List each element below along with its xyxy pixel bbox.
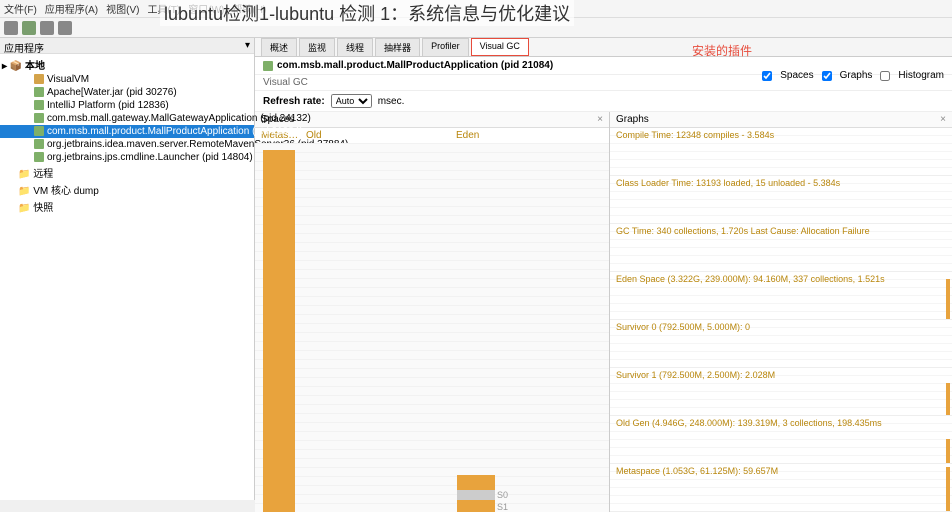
plugin-annotation: 安装的插件 xyxy=(692,42,752,59)
sidebar-collapse-icon[interactable]: ▾ xyxy=(245,40,250,51)
tab-bar: 概述 监视 线程 抽样器 Profiler Visual GC 安装的插件 xyxy=(255,38,952,57)
tab-sampler[interactable]: 抽样器 xyxy=(375,38,420,56)
app-icon xyxy=(263,61,273,71)
tab-threads[interactable]: 线程 xyxy=(337,38,373,56)
tree-item-jps[interactable]: org.jetbrains.jps.cmdline.Launcher (pid … xyxy=(0,151,254,164)
graph-metaspace: Metaspace (1.053G, 61.125M): 59.657M xyxy=(610,464,952,512)
graph-old-bar xyxy=(946,439,950,463)
survivor-bar-s0-empty xyxy=(457,490,495,500)
label-s1: S1 xyxy=(497,502,508,512)
graphs-body: Compile Time: 12348 compiles - 3.584s Cl… xyxy=(610,128,952,512)
graph-meta-bar xyxy=(946,467,950,511)
survivor-bar-eden xyxy=(457,478,495,488)
tree-root-local[interactable]: ▸ 📦 本地 xyxy=(0,56,254,73)
label-s0: S0 xyxy=(497,490,508,500)
breadcrumb-text: com.msb.mall.product.MallProductApplicat… xyxy=(277,60,553,71)
menu-app[interactable]: 应用程序(A) xyxy=(45,1,98,16)
refresh-select[interactable]: Auto xyxy=(331,94,372,108)
spaces-close-icon[interactable]: × xyxy=(597,114,603,125)
tree-snapshot[interactable]: 📁 快照 xyxy=(0,198,254,215)
tool-settings-icon[interactable] xyxy=(58,21,72,35)
refresh-row: Refresh rate: Auto msec. xyxy=(255,91,952,112)
tree-remote[interactable]: 📁 远程 xyxy=(0,164,254,181)
tree-vmdump[interactable]: 📁 VM 核心 dump xyxy=(0,181,254,198)
tree-item-maven[interactable]: org.jetbrains.idea.maven.server.RemoteMa… xyxy=(0,138,254,151)
graph-eden: Eden Space (3.322G, 239.000M): 94.160M, … xyxy=(610,272,952,320)
graph-oldgen: Old Gen (4.946G, 248.000M): 139.319M, 3 … xyxy=(610,416,952,464)
graphs-close-icon[interactable]: × xyxy=(940,114,946,125)
sidebar-header: 应用程序 ▾ xyxy=(0,38,254,54)
space-bar-meta xyxy=(263,150,295,512)
sidebar: 应用程序 ▾ ▸ 📦 本地 VisualVM Apache[Water.jar … xyxy=(0,38,255,500)
graph-compile-time: Compile Time: 12348 compiles - 3.584s xyxy=(610,128,952,176)
legend: Spaces Graphs Histogram xyxy=(762,70,944,81)
sidebar-header-label: 应用程序 xyxy=(4,40,44,51)
graph-gc-time: GC Time: 340 collections, 1.720s Last Ca… xyxy=(610,224,952,272)
tab-visualgc[interactable]: Visual GC xyxy=(471,38,529,56)
process-tree: ▸ 📦 本地 VisualVM Apache[Water.jar (pid 30… xyxy=(0,54,254,217)
tree-item-product-selected[interactable]: com.msb.mall.product.MallProductApplicat… xyxy=(0,125,254,138)
menu-file[interactable]: 文件(F) xyxy=(4,1,37,16)
legend-graphs-check[interactable] xyxy=(822,71,832,81)
tree-item-apache[interactable]: Apache[Water.jar (pid 30276) xyxy=(0,86,254,99)
split-panes: Spaces× Metas… Old Eden S0 S1 xyxy=(255,112,952,512)
tab-profiler[interactable]: Profiler xyxy=(422,38,469,56)
graphs-pane: Graphs× Compile Time: 12348 compiles - 3… xyxy=(610,112,952,512)
refresh-unit: msec. xyxy=(378,96,405,107)
refresh-label: Refresh rate: xyxy=(263,96,325,107)
tree-item-gateway[interactable]: com.msb.mall.gateway.MallGatewayApplicat… xyxy=(0,112,254,125)
graph-eden-bar xyxy=(946,279,950,319)
legend-histogram-label: Histogram xyxy=(898,70,944,81)
spaces-pane: Spaces× Metas… Old Eden S0 S1 xyxy=(255,112,610,512)
tree-item-visualvm[interactable]: VisualVM xyxy=(0,73,254,86)
survivor-bar-s1 xyxy=(457,502,495,512)
tab-overview[interactable]: 概述 xyxy=(261,38,297,56)
spaces-chart: S0 S1 xyxy=(255,143,609,512)
tree-item-intellij[interactable]: IntelliJ Platform (pid 12836) xyxy=(0,99,254,112)
tool-open-icon[interactable] xyxy=(4,21,18,35)
content-area: 概述 监视 线程 抽样器 Profiler Visual GC 安装的插件 co… xyxy=(255,38,952,500)
space-survivor-rows: S0 S1 xyxy=(457,478,508,512)
legend-spaces-check[interactable] xyxy=(762,71,772,81)
label-eden: Eden xyxy=(456,130,501,141)
tab-monitor[interactable]: 监视 xyxy=(299,38,335,56)
legend-graphs-label: Graphs xyxy=(840,70,873,81)
graph-s1-bar xyxy=(946,383,950,415)
graphs-header: Graphs× xyxy=(610,112,952,128)
legend-histogram-check[interactable] xyxy=(880,71,890,81)
legend-spaces-label: Spaces xyxy=(780,70,813,81)
main-area: 应用程序 ▾ ▸ 📦 本地 VisualVM Apache[Water.jar … xyxy=(0,38,952,500)
menu-view[interactable]: 视图(V) xyxy=(106,1,139,16)
graph-survivor1: Survivor 1 (792.500M, 2.500M): 2.028M xyxy=(610,368,952,416)
graph-classloader: Class Loader Time: 13193 loaded, 15 unlo… xyxy=(610,176,952,224)
page-overlay-title: lubuntu检测1-lubuntu 检测 1：系统信息与优化建议 xyxy=(160,0,574,26)
tool-snapshot-icon[interactable] xyxy=(40,21,54,35)
graph-survivor0: Survivor 0 (792.500M, 5.000M): 0 xyxy=(610,320,952,368)
tool-add-icon[interactable] xyxy=(22,21,36,35)
